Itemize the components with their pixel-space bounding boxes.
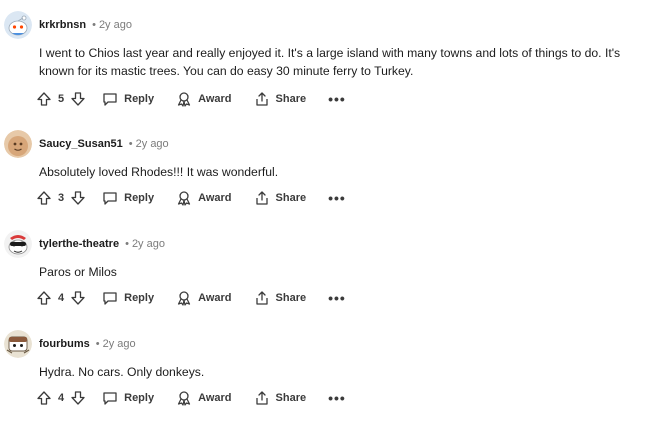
reply-label: Reply bbox=[124, 93, 155, 105]
upvote-arrow-icon bbox=[36, 290, 52, 306]
action-bar: 3 Reply Award Share ••• bbox=[36, 187, 346, 209]
upvote-arrow-icon bbox=[36, 390, 52, 406]
vote-count: 4 bbox=[58, 292, 65, 304]
share-upload-icon bbox=[254, 290, 270, 306]
avatar[interactable] bbox=[4, 230, 32, 258]
comment-meta: Saucy_Susan51 • 2y ago bbox=[39, 137, 169, 151]
reply-button[interactable]: Reply bbox=[102, 287, 154, 309]
downvote-button[interactable] bbox=[70, 387, 86, 409]
more-options-button[interactable]: ••• bbox=[328, 287, 346, 309]
action-bar: 4 Reply Award Share ••• bbox=[36, 387, 346, 409]
share-button[interactable]: Share bbox=[254, 88, 307, 110]
comment-thread: krkrbnsn • 2y ago I went to Chios last yea… bbox=[0, 0, 650, 421]
share-button[interactable]: Share bbox=[254, 387, 307, 409]
action-bar: 4 Reply Award Share ••• bbox=[36, 287, 346, 309]
reply-label: Reply bbox=[124, 392, 155, 404]
comment-meta: krkrbnsn • 2y ago bbox=[39, 18, 132, 32]
award-button[interactable]: Award bbox=[176, 287, 232, 309]
award-label: Award bbox=[198, 392, 232, 404]
comment-meta: fourbums • 2y ago bbox=[39, 337, 136, 351]
share-upload-icon bbox=[254, 91, 270, 107]
comment-bubble-icon bbox=[102, 190, 118, 206]
avatar[interactable] bbox=[4, 11, 32, 39]
avatar[interactable] bbox=[4, 130, 32, 158]
share-button[interactable]: Share bbox=[254, 187, 307, 209]
share-upload-icon bbox=[254, 390, 270, 406]
share-upload-icon bbox=[254, 190, 270, 206]
author-name[interactable]: fourbums bbox=[39, 338, 90, 350]
more-options-button[interactable]: ••• bbox=[328, 187, 346, 209]
downvote-button[interactable] bbox=[70, 287, 86, 309]
more-options-button[interactable]: ••• bbox=[328, 387, 346, 409]
comment-bubble-icon bbox=[102, 91, 118, 107]
author-name[interactable]: tylerthe-theatre bbox=[39, 238, 119, 250]
vote-count: 5 bbox=[58, 93, 65, 105]
meta-separator: • bbox=[92, 19, 96, 31]
upvote-button[interactable] bbox=[36, 387, 52, 409]
downvote-arrow-icon bbox=[70, 390, 86, 406]
upvote-button[interactable] bbox=[36, 187, 52, 209]
author-name[interactable]: krkrbnsn bbox=[39, 19, 86, 31]
timestamp[interactable]: 2y ago bbox=[103, 338, 136, 350]
more-dots-icon: ••• bbox=[328, 91, 346, 107]
vote-count: 4 bbox=[58, 392, 65, 404]
share-label: Share bbox=[275, 192, 307, 204]
comment-body: I went to Chios last year and really enj… bbox=[39, 46, 621, 78]
downvote-arrow-icon bbox=[70, 290, 86, 306]
share-label: Share bbox=[275, 93, 307, 105]
share-label: Share bbox=[275, 292, 307, 304]
reply-label: Reply bbox=[124, 192, 155, 204]
downvote-button[interactable] bbox=[70, 88, 86, 110]
more-dots-icon: ••• bbox=[328, 190, 346, 206]
upvote-arrow-icon bbox=[36, 190, 52, 206]
reply-label: Reply bbox=[124, 292, 155, 304]
downvote-arrow-icon bbox=[70, 91, 86, 107]
action-bar: 5 Reply Award Share ••• bbox=[36, 88, 346, 110]
avatar[interactable] bbox=[4, 330, 32, 358]
reply-button[interactable]: Reply bbox=[102, 88, 154, 110]
award-button[interactable]: Award bbox=[176, 387, 232, 409]
meta-separator: • bbox=[125, 238, 129, 250]
reply-button[interactable]: Reply bbox=[102, 387, 154, 409]
timestamp[interactable]: 2y ago bbox=[132, 238, 165, 250]
comment-bubble-icon bbox=[102, 290, 118, 306]
vote-count: 3 bbox=[58, 192, 65, 204]
meta-separator: • bbox=[128, 138, 133, 150]
comment-body: Hydra. No cars. Only donkeys. bbox=[39, 365, 205, 379]
timestamp[interactable]: 2y ago bbox=[99, 19, 132, 31]
award-label: Award bbox=[198, 192, 232, 204]
award-button[interactable]: Award bbox=[176, 187, 232, 209]
upvote-button[interactable] bbox=[36, 287, 52, 309]
award-button[interactable]: Award bbox=[176, 88, 232, 110]
award-ribbon-icon bbox=[176, 390, 192, 406]
author-name[interactable]: Saucy_Susan51 bbox=[39, 138, 123, 150]
more-dots-icon: ••• bbox=[328, 390, 346, 406]
comment-body: Paros or Milos bbox=[39, 265, 117, 279]
timestamp[interactable]: 2y ago bbox=[136, 138, 169, 150]
share-label: Share bbox=[275, 392, 307, 404]
meta-separator: • bbox=[95, 338, 100, 350]
share-button[interactable]: Share bbox=[254, 287, 307, 309]
more-options-button[interactable]: ••• bbox=[328, 88, 346, 110]
comment-body: Absolutely loved Rhodes!!! It was wonder… bbox=[39, 165, 279, 179]
downvote-arrow-icon bbox=[70, 190, 86, 206]
downvote-button[interactable] bbox=[70, 187, 86, 209]
award-ribbon-icon bbox=[176, 190, 192, 206]
award-label: Award bbox=[198, 93, 232, 105]
comment-bubble-icon bbox=[102, 390, 118, 406]
award-ribbon-icon bbox=[176, 290, 192, 306]
award-ribbon-icon bbox=[176, 91, 192, 107]
more-dots-icon: ••• bbox=[328, 290, 346, 306]
comment-meta: tylerthe-theatre • 2y ago bbox=[39, 237, 165, 251]
reply-button[interactable]: Reply bbox=[102, 187, 154, 209]
upvote-arrow-icon bbox=[36, 91, 52, 107]
upvote-button[interactable] bbox=[36, 88, 52, 110]
award-label: Award bbox=[198, 292, 232, 304]
